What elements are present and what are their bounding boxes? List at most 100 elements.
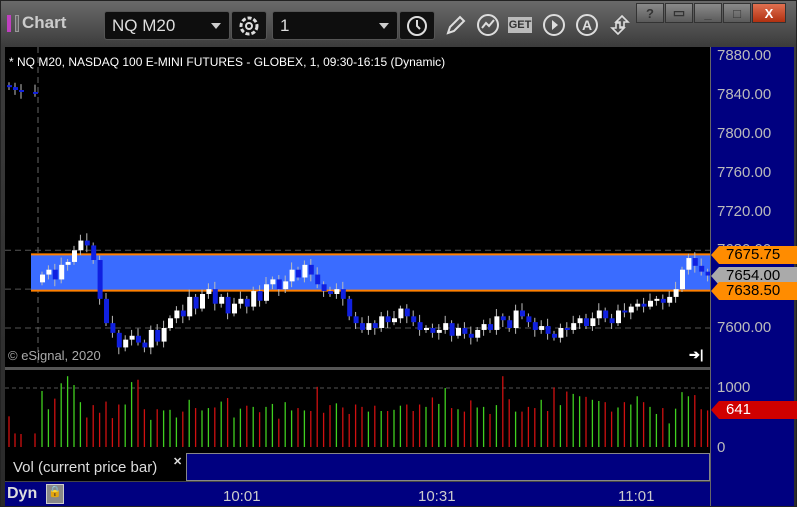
candle [552, 333, 557, 338]
candle [622, 310, 628, 313]
time-label: 11:01 [618, 488, 655, 505]
get-icon: GET [508, 19, 532, 31]
candle [590, 318, 596, 327]
scroll-to-end-icon[interactable]: ➔| [689, 347, 704, 363]
symbol-dropdown[interactable]: NQ M20 [104, 11, 230, 40]
price-label: 7840.00 [717, 86, 772, 103]
volume-label: 0 [717, 439, 726, 456]
candle [46, 269, 52, 275]
maximize-button[interactable]: □ [723, 3, 751, 23]
time-label: 10:31 [418, 488, 456, 505]
candle [40, 274, 45, 283]
swap-button[interactable] [607, 12, 633, 38]
candle [13, 87, 18, 90]
window-menu-icon: ▭ [672, 5, 686, 20]
candle [289, 269, 295, 282]
help-button[interactable]: ? [636, 3, 664, 23]
lock-icon[interactable]: 🔒 [46, 484, 64, 504]
price-label: 7760.00 [717, 164, 772, 181]
minimize-button[interactable]: _ [694, 3, 722, 23]
candle [628, 306, 634, 313]
window-color-icon [7, 14, 11, 32]
candle [443, 323, 449, 330]
get-button[interactable]: GET [508, 17, 532, 33]
candle [72, 250, 77, 262]
title-text: Chart [22, 13, 67, 32]
price-band [31, 254, 710, 291]
candle [616, 310, 621, 324]
time-axis[interactable]: Dyn 🔒 10:01 10:31 11:01 [5, 481, 710, 506]
candle [225, 296, 231, 314]
candle [78, 240, 84, 251]
close-icon: X [764, 5, 774, 21]
candle [65, 261, 71, 265]
svg-text:A: A [582, 17, 592, 33]
candle [244, 298, 250, 307]
dynamic-mode[interactable]: Dyn [7, 485, 37, 503]
maximize-icon: □ [733, 5, 741, 21]
alert-icon: A [576, 14, 598, 36]
band-low-badge: 7638.50 [711, 282, 797, 300]
candle [148, 329, 154, 348]
candle [424, 327, 429, 330]
candle [635, 303, 641, 307]
candle [52, 269, 58, 280]
candle [232, 303, 237, 314]
candle [545, 326, 551, 334]
candle [91, 245, 97, 260]
clock-icon [407, 15, 427, 36]
studies-button[interactable] [475, 12, 501, 38]
candle [577, 318, 583, 324]
candle [347, 298, 353, 317]
candle [161, 327, 167, 342]
settings-button[interactable] [231, 11, 267, 40]
link-window-button[interactable]: ▭ [665, 3, 693, 23]
candle [539, 326, 545, 330]
pane-divider[interactable] [5, 367, 710, 370]
time-button[interactable] [399, 11, 435, 40]
candle [392, 318, 397, 323]
candle [500, 316, 506, 321]
candle [360, 323, 365, 330]
close-study-icon[interactable]: ✕ [173, 455, 182, 468]
candle [174, 310, 180, 319]
play-button[interactable] [541, 12, 567, 38]
candle [340, 289, 346, 299]
candle [417, 322, 423, 330]
candle [456, 327, 461, 336]
candle [264, 284, 269, 301]
settings-icon [239, 16, 259, 35]
time-label: 10:01 [223, 488, 261, 505]
candle [686, 258, 692, 270]
symbol-value: NQ M20 [112, 16, 176, 35]
candle [398, 308, 404, 319]
candle [673, 289, 679, 297]
candle [308, 264, 314, 275]
draw-tool-button[interactable] [442, 12, 468, 38]
price-plot[interactable] [5, 47, 710, 506]
candle [571, 323, 577, 330]
price-axis[interactable]: 7880.00 7840.00 7800.00 7760.00 7720.00 … [710, 47, 797, 506]
candle [200, 293, 205, 309]
candle [238, 298, 244, 304]
candle [488, 324, 493, 330]
candle [296, 269, 301, 278]
candle [302, 264, 308, 278]
candle [654, 298, 660, 301]
volume-last-value: 641 [726, 401, 752, 418]
alert-button[interactable]: A [574, 12, 600, 38]
interval-value: 1 [280, 16, 290, 35]
candle [404, 308, 410, 317]
candle [468, 333, 474, 338]
candle [372, 323, 378, 328]
study-icon [477, 14, 499, 36]
interval-dropdown[interactable]: 1 [272, 11, 398, 40]
candle [692, 258, 698, 266]
candle [283, 281, 289, 290]
chart-area[interactable]: * NQ M20, NASDAQ 100 E-MINI FUTURES - GL… [5, 47, 797, 506]
close-button[interactable]: X [752, 3, 786, 23]
candle [609, 318, 615, 324]
candle [513, 310, 519, 328]
candle [136, 335, 141, 343]
candle [104, 298, 109, 324]
